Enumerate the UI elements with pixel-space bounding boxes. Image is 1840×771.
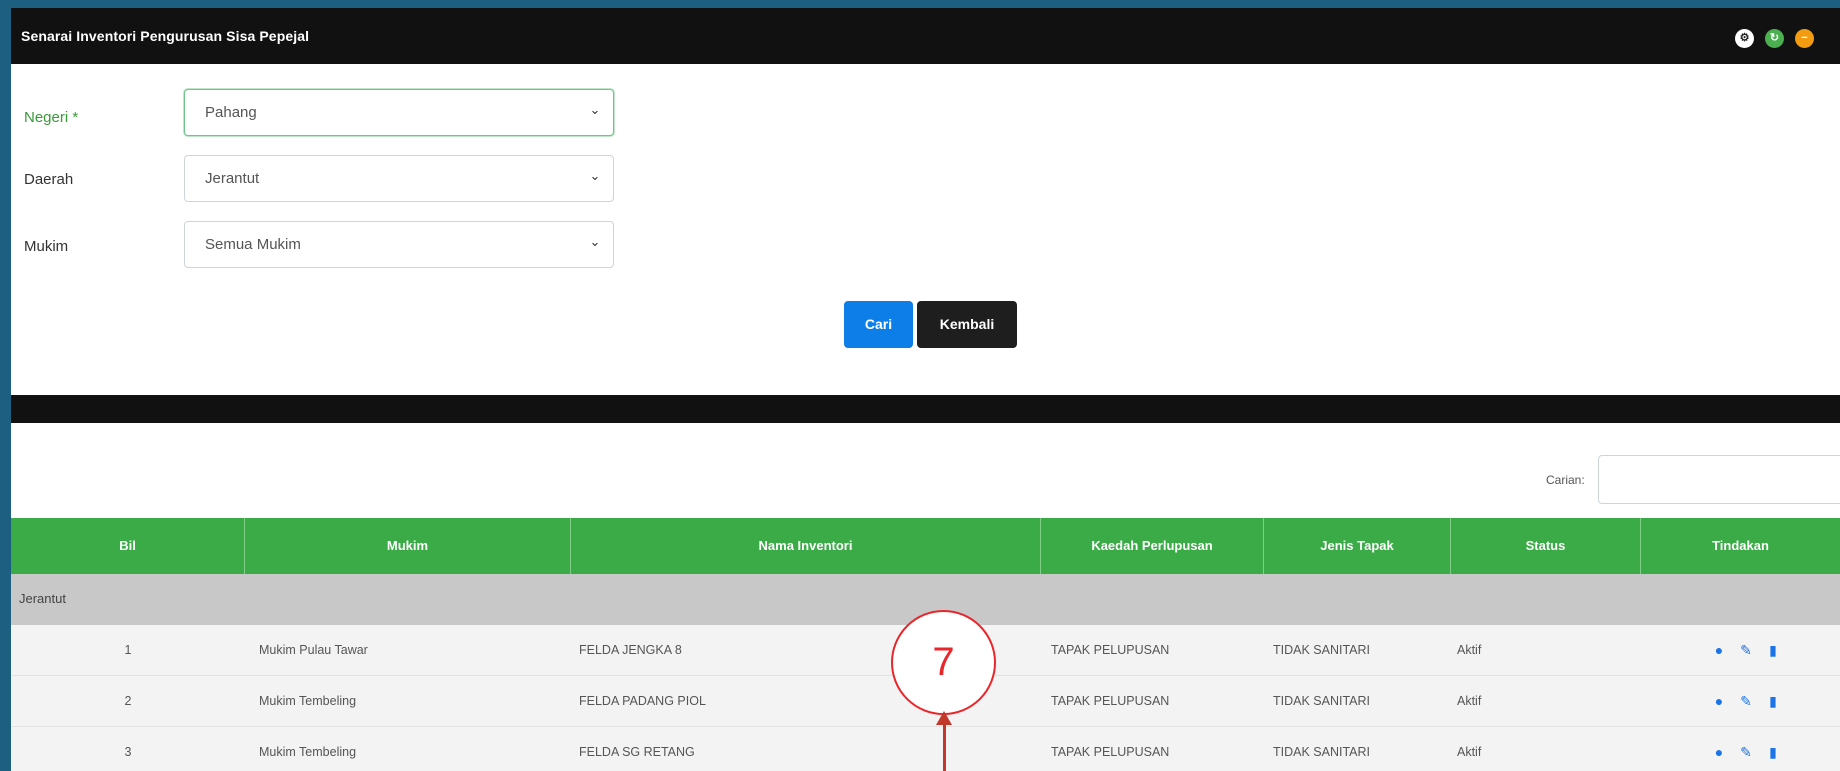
- delete-icon[interactable]: ▮: [1765, 642, 1781, 658]
- cell-nama-inventori: FELDA JENGKA 8: [579, 643, 682, 657]
- gear-icon[interactable]: ⚙: [1735, 29, 1754, 48]
- mukim-value: Semua Mukim: [205, 236, 301, 253]
- column-header-bil[interactable]: Bil: [11, 518, 245, 574]
- cell-bil: 1: [124, 643, 132, 657]
- panel-header: Senarai Inventori Pengurusan Sisa Pepeja…: [11, 8, 1840, 64]
- search-button[interactable]: Cari: [844, 301, 913, 348]
- cell-mukim: Mukim Tembeling: [259, 745, 357, 759]
- cell-nama-inventori: FELDA PADANG PIOL: [579, 694, 706, 708]
- edit-icon[interactable]: ✎: [1738, 744, 1754, 760]
- inventory-panel: Senarai Inventori Pengurusan Sisa Pepeja…: [11, 8, 1840, 771]
- edit-icon[interactable]: ✎: [1738, 693, 1754, 709]
- column-header-nama-inventori[interactable]: Nama Inventori: [571, 518, 1041, 574]
- cell-kaedah: TAPAK PELUPUSAN: [1051, 694, 1170, 708]
- cell-bil: 2: [124, 694, 132, 708]
- back-button[interactable]: Kembali: [917, 301, 1017, 348]
- delete-icon[interactable]: ▮: [1765, 693, 1781, 709]
- cell-kaedah: TAPAK PELUPUSAN: [1051, 643, 1170, 657]
- mukim-label: Mukim: [24, 238, 69, 255]
- column-header-kaedah[interactable]: Kaedah Perlupusan: [1041, 518, 1264, 574]
- column-header-mukim[interactable]: Mukim: [245, 518, 571, 574]
- daerah-select[interactable]: Jerantut ⌄: [184, 155, 614, 202]
- page-title: Senarai Inventori Pengurusan Sisa Pepeja…: [21, 28, 310, 44]
- cell-nama-inventori: FELDA SG RETANG: [579, 745, 695, 759]
- search-input[interactable]: [1598, 455, 1840, 504]
- search-label: Carian:: [1546, 473, 1585, 487]
- chevron-down-icon: ⌄: [589, 102, 601, 117]
- chevron-down-icon: ⌄: [589, 234, 601, 249]
- cell-status: Aktif: [1457, 694, 1482, 708]
- view-icon[interactable]: ●: [1711, 642, 1727, 658]
- minimize-icon[interactable]: −: [1795, 29, 1814, 48]
- cell-mukim: Mukim Tembeling: [259, 694, 357, 708]
- annotation-arrow-head: [936, 711, 952, 725]
- cell-status: Aktif: [1457, 643, 1482, 657]
- view-icon[interactable]: ●: [1711, 744, 1727, 760]
- edit-icon[interactable]: ✎: [1738, 642, 1754, 658]
- cell-jenis-tapak: TIDAK SANITARI: [1273, 643, 1371, 657]
- group-label: Jerantut: [19, 591, 66, 606]
- column-header-status[interactable]: Status: [1451, 518, 1641, 574]
- chevron-down-icon: ⌄: [589, 168, 601, 183]
- negeri-value: Pahang: [205, 104, 257, 121]
- negeri-label: Negeri *: [24, 109, 79, 126]
- column-header-jenis-tapak[interactable]: Jenis Tapak: [1264, 518, 1451, 574]
- cell-kaedah: TAPAK PELUPUSAN: [1051, 745, 1170, 759]
- column-header-tindakan: Tindakan: [1712, 538, 1769, 553]
- cell-jenis-tapak: TIDAK SANITARI: [1273, 694, 1371, 708]
- table-row: 3 Mukim Tembeling FELDA SG RETANG TAPAK …: [11, 727, 1840, 771]
- daerah-label: Daerah: [24, 171, 74, 188]
- cell-jenis-tapak: TIDAK SANITARI: [1273, 745, 1371, 759]
- view-icon[interactable]: ●: [1711, 693, 1727, 709]
- mukim-select[interactable]: Semua Mukim ⌄: [184, 221, 614, 268]
- table-header: Bil Mukim Nama Inventori Kaedah Perlupus…: [11, 518, 1840, 574]
- delete-icon[interactable]: ▮: [1765, 744, 1781, 760]
- cell-mukim: Mukim Pulau Tawar: [259, 643, 368, 657]
- cell-bil: 3: [124, 745, 132, 759]
- annotation-callout: 7: [891, 610, 996, 715]
- negeri-select[interactable]: Pahang ⌄: [184, 89, 614, 136]
- section-divider-bar: [11, 395, 1840, 423]
- refresh-icon[interactable]: ↻: [1765, 29, 1784, 48]
- daerah-value: Jerantut: [205, 170, 260, 187]
- annotation-arrow-line: [943, 724, 946, 771]
- cell-status: Aktif: [1457, 745, 1482, 759]
